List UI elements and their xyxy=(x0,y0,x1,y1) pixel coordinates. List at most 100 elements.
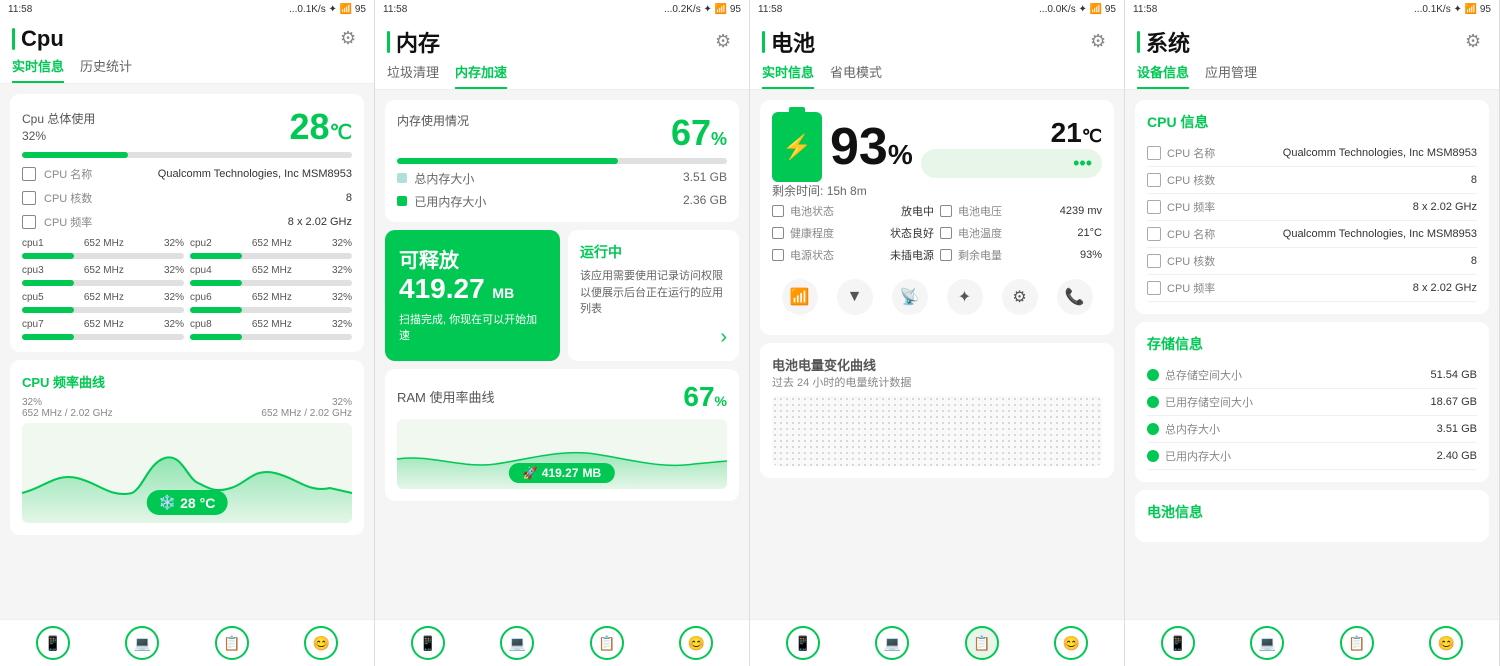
mem-running-title: 运行中 xyxy=(580,242,727,262)
batt-phone-icon[interactable]: 📞 xyxy=(1057,279,1093,315)
sys-nav-list[interactable]: 📋 xyxy=(1340,626,1374,660)
mem-nav-home[interactable]: 📱 xyxy=(411,626,445,660)
batt-nav-home[interactable]: 📱 xyxy=(786,626,820,660)
batt-header: 电池 ⚙ xyxy=(750,18,1124,58)
batt-top-row: ⚡ 93% 21℃ ••• xyxy=(772,112,1102,182)
batt-nav-cpu[interactable]: 💻 xyxy=(875,626,909,660)
batt-network-icon[interactable]: ▼ xyxy=(837,279,873,315)
batt-nav-list[interactable]: 📋 xyxy=(965,626,999,660)
cpu-tab-history[interactable]: 历史统计 xyxy=(80,56,132,83)
cpu-nav-cpu[interactable]: 💻 xyxy=(125,626,159,660)
mem-green-val: 419.27 MB xyxy=(399,273,546,305)
cpu-nav-list[interactable]: 📋 xyxy=(215,626,249,660)
cpu-nav-user[interactable]: 😊 xyxy=(304,626,338,660)
sys-total-storage-row: 总存储空间大小 51.54 GB xyxy=(1147,362,1477,389)
sys-header: 系统 ⚙ xyxy=(1125,18,1499,58)
mem-releasable-running: 可释放 419.27 MB 扫描完成, 你现在可以开始加速 运行中 该应用需要使… xyxy=(385,230,739,361)
cpu-cores-icon xyxy=(22,191,36,205)
cpu-name-icon xyxy=(22,167,36,181)
batt-title-row: 电池 xyxy=(762,26,815,58)
batt-btemp-icon xyxy=(940,227,952,239)
core5: cpu5 652 MHz 32% xyxy=(22,292,184,313)
mem-nav-user[interactable]: 😊 xyxy=(679,626,713,660)
batt-settings-icon[interactable]: ⚙ xyxy=(1002,279,1038,315)
sys-bottom-nav: 📱 💻 📋 😊 xyxy=(1125,619,1499,666)
sys-tab-apps[interactable]: 应用管理 xyxy=(1205,62,1257,89)
batt-gear-icon[interactable]: ⚙ xyxy=(1090,31,1112,53)
sys-gear-icon[interactable]: ⚙ xyxy=(1465,31,1487,53)
cpu-gear-icon[interactable]: ⚙ xyxy=(340,28,362,50)
mem-pct: 67% xyxy=(671,112,727,154)
batt-nav-user[interactable]: 😊 xyxy=(1054,626,1088,660)
batt-health-icon xyxy=(772,227,784,239)
sys-cpu-card: CPU 信息 CPU 名称 Qualcomm Technologies, Inc… xyxy=(1135,100,1489,314)
mem-ram-chart-card: RAM 使用率曲线 67% 🚀 xyxy=(385,369,739,501)
mem-total-dot xyxy=(397,173,407,183)
mem-total-row: 总内存大小 3.51 GB xyxy=(397,170,727,187)
batt-chart-dots xyxy=(772,396,1102,466)
mem-bottom-nav: 📱 💻 📋 😊 xyxy=(375,619,749,666)
mem-nav-list[interactable]: 📋 xyxy=(590,626,624,660)
mem-tab-boost[interactable]: 内存加速 xyxy=(455,62,507,89)
core6: cpu6 652 MHz 32% xyxy=(190,292,352,313)
sys-nav-cpu[interactable]: 💻 xyxy=(1250,626,1284,660)
batt-time: 11:58 xyxy=(758,4,782,15)
mem-speed-badge: 🚀 419.27 MB xyxy=(509,463,615,483)
core7: cpu7 652 MHz 32% xyxy=(22,319,184,340)
cpu-panel: 11:58 ...0.1K/s ✦ 📶 95 Cpu ⚙ 实时信息 历史统计 C… xyxy=(0,0,375,666)
mem-status-bar: 11:58 ...0.2K/s ✦ 📶 95 xyxy=(375,0,749,18)
sys-title-row: 系统 xyxy=(1137,26,1190,58)
mem-time: 11:58 xyxy=(383,4,407,15)
batt-state-icon xyxy=(772,205,784,217)
batt-wifi-icon[interactable]: 📶 xyxy=(782,279,818,315)
batt-temp-block: 21℃ ••• xyxy=(921,117,1102,178)
cpu-freq-row: CPU 频率 8 x 2.02 GHz xyxy=(22,214,352,230)
cpu-usage-label: Cpu 总体使用 xyxy=(22,110,95,127)
batt-chart-sub: 过去 24 小时的电量统计数据 xyxy=(772,374,1102,390)
batt-power-row: 电源状态 未插电源 xyxy=(772,247,934,263)
mem-tab-clean[interactable]: 垃圾清理 xyxy=(387,62,439,89)
core1: cpu1 652 MHz 32% xyxy=(22,238,184,259)
sys-used-mem-row: 已用内存大小 2.40 GB xyxy=(1147,443,1477,470)
batt-bluetooth-icon[interactable]: ✦ xyxy=(947,279,983,315)
mem-title: 内存 xyxy=(396,26,440,58)
batt-pct-val: 93% xyxy=(830,118,913,176)
mem-tabs: 垃圾清理 内存加速 xyxy=(375,58,749,90)
sys-nav-user[interactable]: 😊 xyxy=(1429,626,1463,660)
mem-ram-chart-area: 🚀 419.27 MB xyxy=(397,419,727,489)
cpu-time: 11:58 xyxy=(8,4,32,15)
mem-title-bar xyxy=(387,31,390,53)
memory-panel: 11:58 ...0.2K/s ✦ 📶 95 内存 ⚙ 垃圾清理 内存加速 内存… xyxy=(375,0,750,666)
sys-nav-home[interactable]: 📱 xyxy=(1161,626,1195,660)
batt-voltage-row: 电池电压 4239 mv xyxy=(940,203,1102,219)
batt-chart-area xyxy=(772,396,1102,466)
mem-nav-cpu[interactable]: 💻 xyxy=(500,626,534,660)
batt-signal-icon[interactable]: 📡 xyxy=(892,279,928,315)
batt-status-bar: 11:58 ...0.0K/s ✦ 📶 95 xyxy=(750,0,1124,18)
cpu-chart-meta: 32% 652 MHz / 2.02 GHz 32% 652 MHz / 2.0… xyxy=(22,397,352,419)
batt-title: 电池 xyxy=(771,26,815,58)
batt-tab-savepower[interactable]: 省电模式 xyxy=(830,62,882,89)
sys-title: 系统 xyxy=(1146,26,1190,58)
mem-gear-icon[interactable]: ⚙ xyxy=(715,31,737,53)
mem-usage-card: 内存使用情况 67% 总内存大小 3.51 GB 已用内存大小 2.36 GB xyxy=(385,100,739,222)
sys-cpu-title: CPU 信息 xyxy=(1147,112,1477,132)
sys-tabs: 设备信息 应用管理 xyxy=(1125,58,1499,90)
cpu-cores-row: CPU 核数 8 xyxy=(22,190,352,206)
batt-temp-val: 21℃ xyxy=(1051,117,1102,148)
mem-chevron-icon[interactable]: › xyxy=(720,326,727,348)
batt-chart-title: 电池电量变化曲线 xyxy=(772,355,1102,374)
sys-content: CPU 信息 CPU 名称 Qualcomm Technologies, Inc… xyxy=(1125,90,1499,619)
sys-mem-dot1 xyxy=(1147,423,1159,435)
sys-cpu-name2-icon xyxy=(1147,227,1161,241)
cpu-chart-temp-badge: ❄️ 28 °C xyxy=(147,490,228,515)
batt-tab-realtime[interactable]: 实时信息 xyxy=(762,62,814,89)
mem-green-sub: 扫描完成, 你现在可以开始加速 xyxy=(399,311,546,343)
cpu-nav-home[interactable]: 📱 xyxy=(36,626,70,660)
sys-tab-device[interactable]: 设备信息 xyxy=(1137,62,1189,89)
sys-cpu-name1-row: CPU 名称 Qualcomm Technologies, Inc MSM895… xyxy=(1147,140,1477,167)
more-button[interactable]: ••• xyxy=(921,149,1102,178)
cpu-tab-realtime[interactable]: 实时信息 xyxy=(12,56,64,83)
cpu-title-row: Cpu xyxy=(12,26,64,52)
batt-status-icons: ...0.0K/s ✦ 📶 95 xyxy=(1039,4,1116,15)
